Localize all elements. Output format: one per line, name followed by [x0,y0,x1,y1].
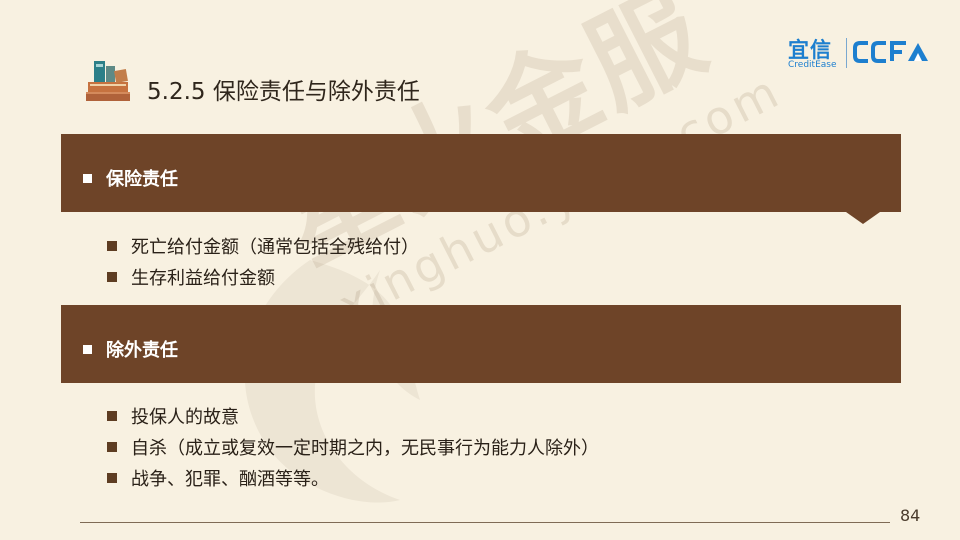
square-bullet-icon [107,240,117,251]
ccfa-logo-icon [853,41,928,63]
logo-english-text: CreditEase [788,60,837,70]
square-bullet-icon [83,173,92,183]
list-item: 生存利益给付金额 [107,261,419,292]
list-item: 战争、犯罪、酗酒等等。 [107,462,599,493]
list-item: 投保人的故意 [107,400,599,431]
band-pointer-icon [846,212,880,224]
company-logo: 宜信 CreditEase [788,36,938,72]
section-heading: 除外责任 [106,340,178,361]
section-band-insurance-liability: 保险责任 [61,134,901,212]
logo-divider [846,38,847,68]
slide-title: 5.2.5 保险责任与除外责任 [147,79,420,105]
list-item: 自杀（成立或复效一定时期之内，无民事行为能力人除外） [107,431,599,462]
page-number: 84 [900,506,921,525]
section-heading: 保险责任 [106,169,178,190]
square-bullet-icon [107,271,117,282]
list-item: 死亡给付金额（通常包括全残给付） [107,230,419,261]
footer-divider [80,522,890,523]
square-bullet-icon [83,344,92,354]
square-bullet-icon [107,410,117,421]
section-band-exclusions: 除外责任 [61,305,901,383]
square-bullet-icon [107,441,117,452]
stacked-books-icon [86,61,130,101]
insurance-liability-list: 死亡给付金额（通常包括全残给付） 生存利益给付金额 [107,230,419,292]
exclusions-list: 投保人的故意 自杀（成立或复效一定时期之内，无民事行为能力人除外） 战争、犯罪、… [107,400,599,493]
square-bullet-icon [107,472,117,483]
